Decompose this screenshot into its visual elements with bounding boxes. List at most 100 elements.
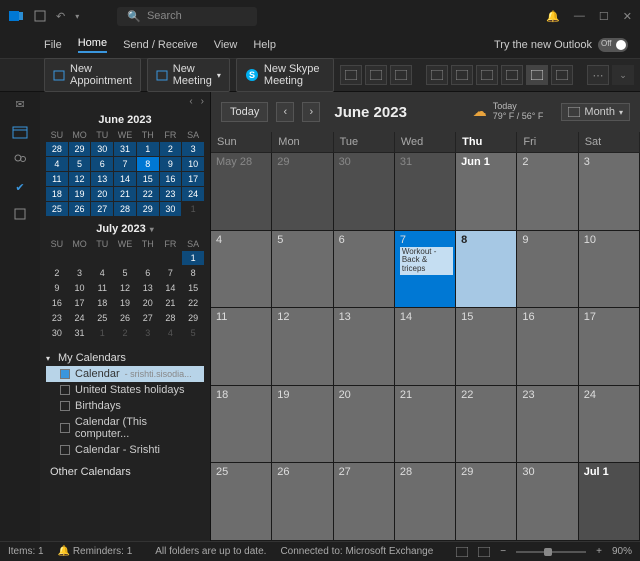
mini-day[interactable]: 12: [114, 281, 136, 295]
my-calendars-header[interactable]: ▾My Calendars: [46, 350, 204, 366]
mini-day[interactable]: 12: [69, 172, 91, 186]
day-cell[interactable]: 29: [272, 153, 333, 231]
mini-day[interactable]: 3: [182, 142, 204, 156]
mini-next-icon[interactable]: ›: [201, 96, 204, 107]
mini-day[interactable]: 2: [160, 142, 182, 156]
menu-help[interactable]: Help: [253, 39, 276, 51]
mini-day[interactable]: 23: [160, 187, 182, 201]
status-reminders[interactable]: 🔔 Reminders: 1: [58, 546, 133, 557]
checkbox-icon[interactable]: [60, 445, 70, 455]
day-cell[interactable]: 25: [211, 463, 272, 541]
day-cell[interactable]: 22: [456, 386, 517, 464]
view-btn-5[interactable]: [451, 65, 473, 85]
mini-day[interactable]: [91, 251, 113, 265]
day-cell[interactable]: 28: [395, 463, 456, 541]
other-calendars-header[interactable]: Other Calendars: [46, 464, 204, 480]
chevron-down-icon[interactable]: ▾: [150, 225, 154, 234]
day-cell[interactable]: 11: [211, 308, 272, 386]
save-icon[interactable]: [34, 10, 46, 22]
mini-day[interactable]: 22: [182, 296, 204, 310]
mini-day[interactable]: 2: [46, 266, 68, 280]
mini-day[interactable]: 19: [69, 187, 91, 201]
mini-day[interactable]: 25: [91, 311, 113, 325]
undo-icon[interactable]: ↶: [56, 10, 65, 23]
mini-day[interactable]: 20: [137, 296, 159, 310]
day-cell[interactable]: 8: [456, 231, 517, 309]
ribbon-chevron[interactable]: ⌄: [612, 65, 634, 85]
checkbox-icon[interactable]: [60, 401, 70, 411]
more-button[interactable]: ⋯: [587, 65, 609, 85]
view-btn-1[interactable]: [340, 65, 362, 85]
mini-day[interactable]: 6: [91, 157, 113, 171]
mini-day[interactable]: 5: [69, 157, 91, 171]
calendar-item[interactable]: Calendar - srishti.sisodia...: [46, 366, 204, 382]
prev-month-button[interactable]: ‹: [276, 102, 294, 122]
mini-day[interactable]: 15: [182, 281, 204, 295]
view-btn-3[interactable]: [390, 65, 412, 85]
view-selector[interactable]: Month ▾: [561, 103, 630, 121]
zoom-in-icon[interactable]: +: [596, 546, 602, 557]
mini-day[interactable]: 26: [114, 311, 136, 325]
day-cell[interactable]: 29: [456, 463, 517, 541]
day-cell[interactable]: 9: [517, 231, 578, 309]
mini-day[interactable]: 28: [160, 311, 182, 325]
mini-day[interactable]: [160, 251, 182, 265]
day-cell[interactable]: 10: [579, 231, 640, 309]
mini-day[interactable]: 18: [91, 296, 113, 310]
mini-day[interactable]: 4: [91, 266, 113, 280]
menu-send-receive[interactable]: Send / Receive: [123, 39, 198, 51]
nav-more-icon[interactable]: [14, 208, 26, 220]
mini-day[interactable]: 13: [137, 281, 159, 295]
day-cell[interactable]: 31: [395, 153, 456, 231]
day-cell[interactable]: 5: [272, 231, 333, 309]
mini-day[interactable]: 15: [137, 172, 159, 186]
try-new-outlook-toggle[interactable]: Off: [598, 38, 628, 52]
day-cell[interactable]: 7Workout - Back & triceps: [395, 231, 456, 309]
mini-day[interactable]: 8: [182, 266, 204, 280]
day-cell[interactable]: 21: [395, 386, 456, 464]
mini-day[interactable]: 30: [46, 326, 68, 340]
mini-day[interactable]: 27: [91, 202, 113, 216]
mini-day[interactable]: 28: [46, 142, 68, 156]
day-cell[interactable]: 12: [272, 308, 333, 386]
zoom-slider[interactable]: [516, 551, 586, 553]
today-button[interactable]: Today: [221, 102, 268, 122]
mini-day[interactable]: 16: [160, 172, 182, 186]
day-cell[interactable]: 30: [334, 153, 395, 231]
mini-day[interactable]: 9: [160, 157, 182, 171]
view-normal-icon[interactable]: [456, 547, 468, 557]
mini-prev-icon[interactable]: ‹: [189, 96, 192, 107]
nav-tasks-icon[interactable]: ✔: [15, 181, 24, 194]
mini-day[interactable]: [69, 251, 91, 265]
mini-day[interactable]: 29: [69, 142, 91, 156]
day-cell[interactable]: Jul 1: [579, 463, 640, 541]
day-cell[interactable]: 30: [517, 463, 578, 541]
mini-day[interactable]: 11: [91, 281, 113, 295]
mini-day[interactable]: 1: [182, 202, 204, 216]
nav-calendar-icon[interactable]: [12, 125, 28, 139]
view-btn-7[interactable]: [501, 65, 523, 85]
mini-day[interactable]: 30: [160, 202, 182, 216]
mini-day[interactable]: 30: [91, 142, 113, 156]
mini-day[interactable]: 1: [182, 251, 204, 265]
day-cell[interactable]: May 28: [211, 153, 272, 231]
mini-day[interactable]: 1: [91, 326, 113, 340]
mini-day[interactable]: 28: [114, 202, 136, 216]
day-cell[interactable]: 3: [579, 153, 640, 231]
mini-day[interactable]: 31: [114, 142, 136, 156]
nav-mail-icon[interactable]: ✉: [15, 98, 24, 111]
mini-day[interactable]: [137, 251, 159, 265]
close-icon[interactable]: ✕: [623, 10, 632, 23]
new-appointment-button[interactable]: New Appointment: [44, 58, 141, 92]
day-cell[interactable]: 23: [517, 386, 578, 464]
menu-view[interactable]: View: [214, 39, 238, 51]
mini-day[interactable]: 19: [114, 296, 136, 310]
mini-day[interactable]: 10: [182, 157, 204, 171]
weather-widget[interactable]: ☁ Today79° F / 56° F: [473, 102, 544, 122]
mini-day[interactable]: 22: [137, 187, 159, 201]
mini-day[interactable]: 1: [137, 142, 159, 156]
view-btn-8[interactable]: [526, 65, 548, 85]
mini-day[interactable]: 31: [69, 326, 91, 340]
mini-day[interactable]: 14: [160, 281, 182, 295]
menu-home[interactable]: Home: [78, 37, 107, 53]
